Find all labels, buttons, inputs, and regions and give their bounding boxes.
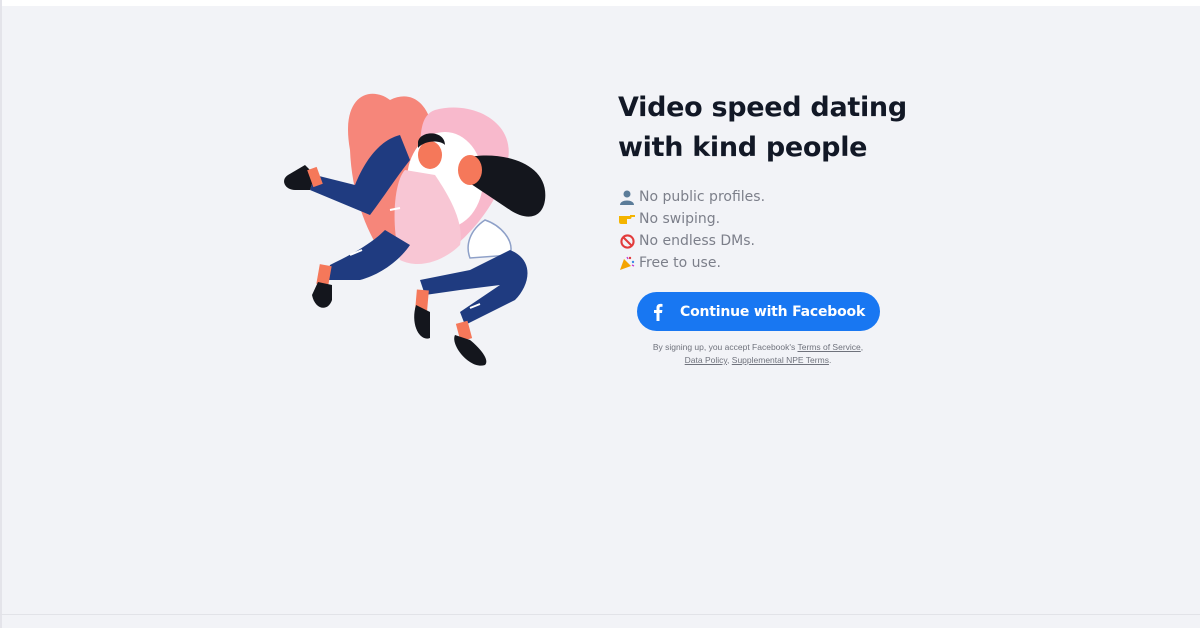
person-silhouette-icon: [618, 189, 636, 205]
footer-divider: [0, 614, 1200, 615]
window-left-edge: [0, 0, 2, 628]
feature-list: No public profiles. No swiping. No endle…: [618, 186, 918, 274]
legal-disclaimer: By signing up, you accept Facebook's Ter…: [618, 341, 898, 367]
disclaimer-suffix: .: [828, 355, 832, 365]
terms-of-service-link[interactable]: Terms of Service: [797, 342, 860, 352]
feature-item-no-endless-dms: No endless DMs.: [618, 230, 918, 252]
feature-item-no-swiping: No swiping.: [618, 208, 918, 230]
facebook-button-label: Continue with Facebook: [680, 303, 866, 320]
top-strip: [0, 0, 1200, 6]
disclaimer-separator: ,: [860, 342, 864, 352]
no-entry-icon: [618, 233, 636, 249]
feature-label: Free to use.: [639, 255, 721, 271]
continue-with-facebook-button[interactable]: Continue with Facebook: [637, 292, 880, 331]
feature-item-no-public-profiles: No public profiles.: [618, 186, 918, 208]
party-popper-icon: [618, 255, 636, 271]
feature-label: No public profiles.: [639, 189, 766, 205]
couple-hugging-illustration: [270, 80, 560, 380]
feature-label: No swiping.: [639, 211, 721, 227]
headline-line-2: with kind people: [618, 132, 868, 163]
feature-label: No endless DMs.: [639, 233, 756, 249]
signup-panel: Video speed dating with kind people No p…: [618, 88, 918, 365]
pointing-hand-icon: [618, 211, 636, 227]
disclaimer-separator: ,: [727, 355, 730, 365]
page-title: Video speed dating with kind people: [618, 88, 918, 168]
facebook-f-icon: [651, 303, 665, 321]
feature-item-free-to-use: Free to use.: [618, 252, 918, 274]
disclaimer-text: By signing up, you accept Facebook's: [652, 342, 796, 352]
data-policy-link[interactable]: Data Policy: [685, 355, 727, 365]
headline-line-1: Video speed dating: [618, 92, 907, 123]
supplemental-npe-terms-link[interactable]: Supplemental NPE Terms: [732, 355, 829, 365]
